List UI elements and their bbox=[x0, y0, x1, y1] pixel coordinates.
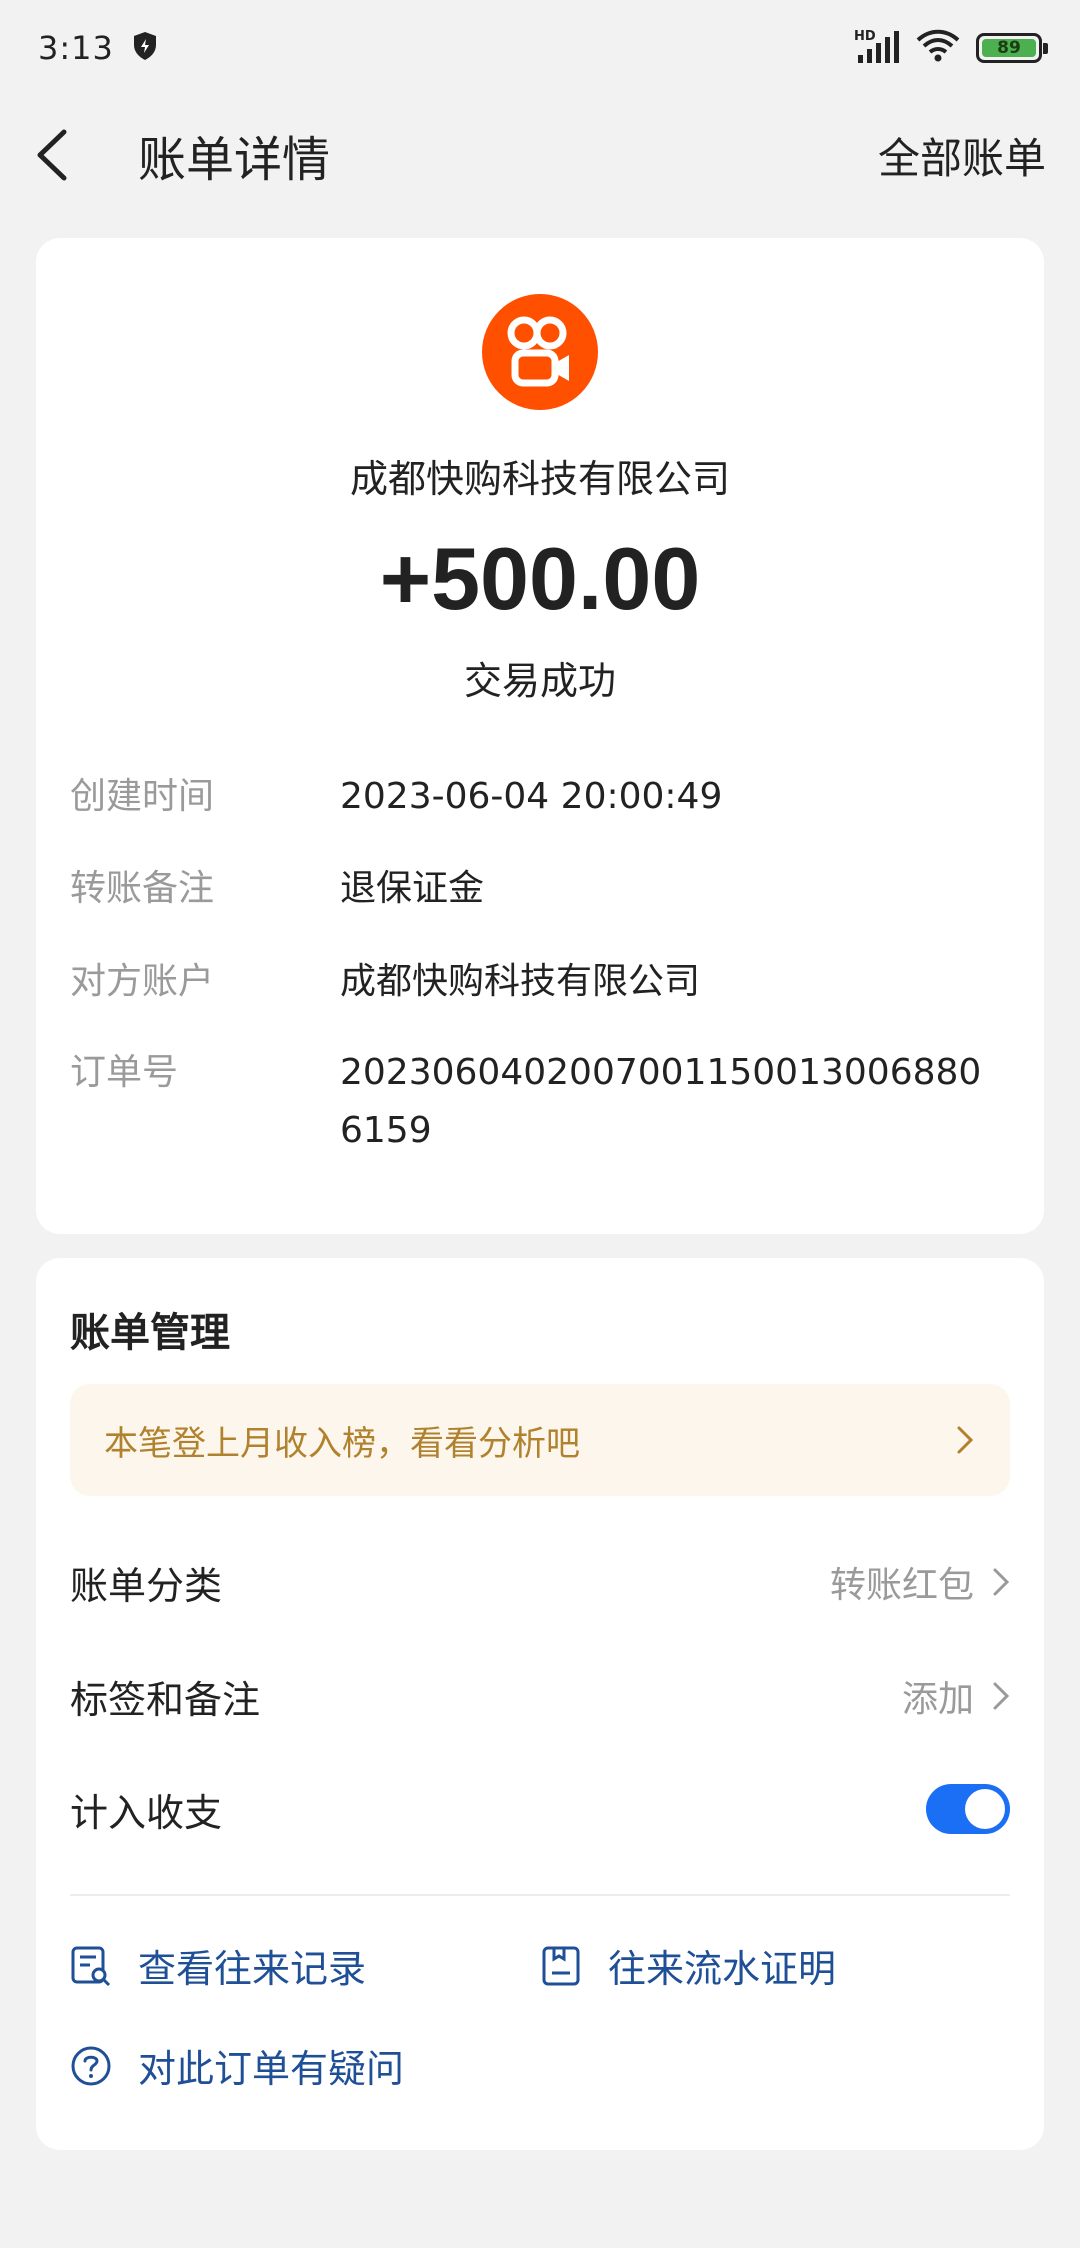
app-header: 账单详情 全部账单 bbox=[0, 110, 1080, 200]
detail-row-transfer-note: 转账备注 退保证金 bbox=[70, 860, 1010, 918]
tags-notes-row[interactable]: 标签和备注 添加 bbox=[70, 1656, 1010, 1736]
status-bar: 3:13 HD 89 bbox=[0, 0, 1080, 96]
wifi-icon bbox=[916, 29, 960, 67]
row-right: 添加 bbox=[902, 1670, 1010, 1722]
link-label: 往来流水证明 bbox=[608, 1947, 837, 1991]
detail-value: 成都快购科技有限公司 bbox=[340, 961, 701, 1002]
back-button[interactable] bbox=[34, 120, 90, 190]
bill-management-card: 账单管理 本笔登上月收入榜，看看分析吧 账单分类 转账红包 标签和备注 添加 计… bbox=[36, 1258, 1044, 2150]
battery-level: 89 bbox=[982, 39, 1036, 57]
question-icon bbox=[71, 2046, 111, 2085]
detail-value: 退保证金 bbox=[340, 868, 485, 909]
row-label: 标签和备注 bbox=[70, 1677, 261, 1722]
status-left: 3:13 bbox=[38, 29, 158, 67]
merchant-name: 成都快购科技有限公司 bbox=[349, 457, 730, 501]
transaction-proof-link[interactable]: 往来流水证明 bbox=[540, 1938, 836, 1993]
banner-text: 本笔登上月收入榜，看看分析吧 bbox=[104, 1423, 580, 1464]
include-in-balance-row: 计入收支 bbox=[70, 1769, 1010, 1849]
bill-category-row[interactable]: 账单分类 转账红包 bbox=[70, 1542, 1010, 1622]
detail-label: 订单号 bbox=[70, 1052, 179, 1093]
transaction-card: 成都快购科技有限公司 +500.00 交易成功 创建时间 2023-06-04 … bbox=[36, 238, 1044, 1234]
chevron-right-icon bbox=[957, 1426, 974, 1454]
page-title: 账单详情 bbox=[138, 132, 331, 188]
shield-icon bbox=[132, 31, 158, 65]
row-right: 转账红包 bbox=[830, 1556, 1010, 1608]
battery-icon: 89 bbox=[976, 33, 1048, 63]
section-title: 账单管理 bbox=[70, 1310, 230, 1356]
detail-label: 对方账户 bbox=[70, 961, 215, 1002]
row-value: 添加 bbox=[901, 1679, 974, 1720]
chevron-right-icon bbox=[993, 1568, 1010, 1596]
merchant-logo bbox=[482, 294, 598, 410]
detail-row-created-time: 创建时间 2023-06-04 20:00:49 bbox=[70, 768, 1010, 826]
detail-label: 转账备注 bbox=[70, 868, 215, 909]
row-label: 账单分类 bbox=[70, 1563, 223, 1608]
transaction-status: 交易成功 bbox=[463, 659, 616, 703]
link-label: 查看往来记录 bbox=[138, 1947, 367, 1991]
detail-value: 2023-06-04 20:00:49 bbox=[340, 776, 723, 817]
view-records-link[interactable]: 查看往来记录 bbox=[70, 1938, 366, 1993]
toggle-knob bbox=[965, 1789, 1005, 1829]
transaction-amount: +500.00 bbox=[379, 529, 701, 628]
row-value: 转账红包 bbox=[829, 1565, 974, 1606]
include-in-balance-toggle[interactable] bbox=[926, 1784, 1010, 1834]
detail-row-counterparty: 对方账户 成都快购科技有限公司 bbox=[70, 953, 1010, 1011]
detail-row-order-number: 订单号 20230604020070011500130068806159 bbox=[70, 1044, 1010, 1160]
chevron-left-icon bbox=[37, 129, 67, 181]
divider bbox=[70, 1894, 1010, 1896]
row-label: 计入收支 bbox=[70, 1790, 223, 1835]
signal-icon: HD bbox=[854, 29, 900, 65]
all-bills-link[interactable]: 全部账单 bbox=[878, 125, 1046, 186]
kuaishou-logo-icon bbox=[507, 316, 569, 387]
detail-label: 创建时间 bbox=[70, 776, 215, 817]
status-time: 3:13 bbox=[38, 29, 114, 67]
record-search-icon bbox=[71, 1946, 111, 1986]
order-question-link[interactable]: 对此订单有疑问 bbox=[70, 2038, 404, 2093]
chevron-right-icon bbox=[993, 1682, 1010, 1710]
status-right: HD 89 bbox=[854, 29, 1048, 67]
document-icon bbox=[542, 1946, 580, 1985]
order-number-value[interactable]: 20230604020070011500130068806159 bbox=[340, 1044, 1000, 1160]
link-label: 对此订单有疑问 bbox=[138, 2047, 405, 2091]
income-ranking-banner[interactable]: 本笔登上月收入榜，看看分析吧 bbox=[70, 1384, 1010, 1496]
